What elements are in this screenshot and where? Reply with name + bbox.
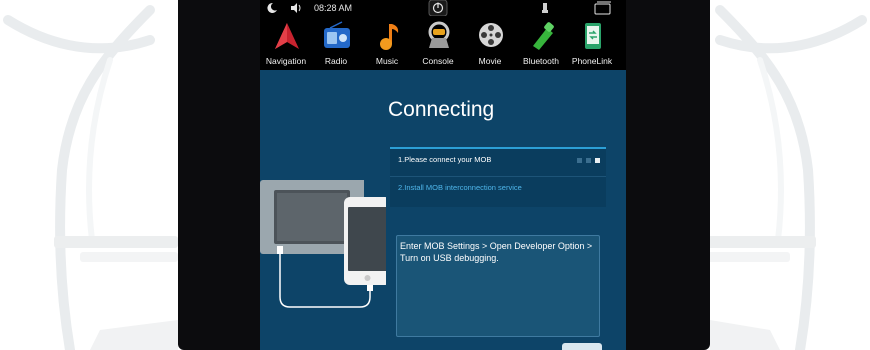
console-icon bbox=[428, 21, 450, 48]
app-console[interactable]: Console bbox=[412, 18, 464, 70]
phonelink-connect-panel: Connecting 1.Please connect your MOB 2.I… bbox=[260, 70, 626, 350]
radio-icon bbox=[324, 21, 350, 48]
volume-icon[interactable] bbox=[290, 0, 302, 16]
phone-illustration bbox=[344, 197, 386, 285]
status-bar: 08:28 AM bbox=[260, 0, 626, 16]
app-label: PhoneLink bbox=[571, 56, 613, 66]
page-title: Connecting bbox=[388, 98, 495, 121]
steps-box: 1.Please connect your MOB 2.Install MOB … bbox=[390, 147, 606, 207]
app-radio[interactable]: Radio bbox=[310, 18, 362, 70]
music-icon bbox=[380, 24, 399, 50]
navigation-icon bbox=[275, 23, 299, 49]
app-launcher-row: Navigation Radio Music Console Movie Blu… bbox=[260, 18, 626, 70]
instruction-text: Enter MOB Settings > Open Developer Opti… bbox=[400, 241, 593, 263]
instruction-box: Enter MOB Settings > Open Developer Opti… bbox=[396, 235, 600, 337]
night-mode-icon[interactable] bbox=[266, 0, 278, 16]
app-bluetooth[interactable]: Bluetooth bbox=[515, 18, 567, 70]
app-music[interactable]: Music bbox=[361, 18, 413, 70]
page-dot bbox=[586, 158, 591, 163]
recent-apps-icon[interactable] bbox=[594, 0, 612, 16]
head-unit-screen: 08:28 AM Navigation Radio Music Console bbox=[260, 0, 626, 350]
step-2-label[interactable]: 2.Install MOB interconnection service bbox=[398, 183, 522, 192]
phonelink-icon bbox=[585, 23, 601, 49]
power-icon[interactable] bbox=[428, 0, 448, 16]
next-button[interactable] bbox=[562, 343, 602, 350]
page-dot bbox=[577, 158, 582, 163]
bluetooth-icon bbox=[533, 22, 554, 50]
connection-illustration bbox=[260, 178, 386, 308]
step-1-label[interactable]: 1.Please connect your MOB bbox=[398, 155, 491, 164]
app-movie[interactable]: Movie bbox=[464, 18, 516, 70]
usb-icon bbox=[540, 0, 550, 16]
page-indicator bbox=[577, 158, 600, 163]
movie-icon bbox=[479, 23, 503, 47]
clock: 08:28 AM bbox=[314, 3, 353, 13]
divider bbox=[390, 176, 606, 177]
app-label: Console bbox=[422, 56, 454, 66]
page-dot-active bbox=[595, 158, 600, 163]
app-navigation[interactable]: Navigation bbox=[260, 18, 312, 70]
app-phonelink[interactable]: PhoneLink bbox=[566, 18, 618, 70]
